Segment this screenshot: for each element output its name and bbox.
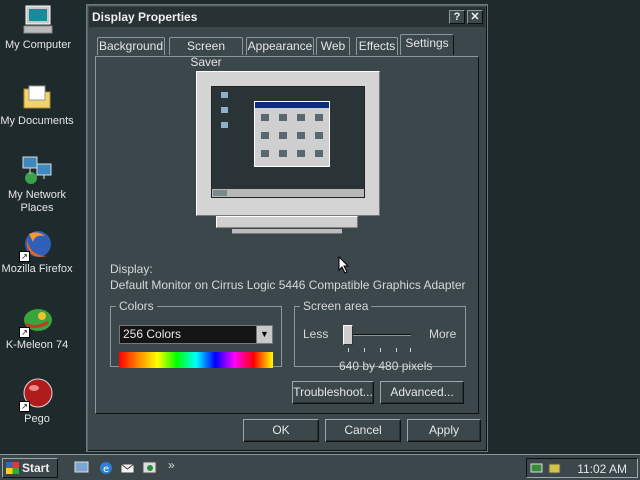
tab-settings[interactable]: Settings [400,34,454,55]
tab-background[interactable]: Background [97,37,165,55]
cancel-button[interactable]: Cancel [325,419,401,442]
clock[interactable]: 11:02 AM [577,462,627,476]
folder-icon [21,80,53,112]
pego-icon: ↗ [19,378,53,412]
monitor-preview [196,71,380,216]
colors-selected: 256 Colors [123,327,182,341]
tab-screen-saver[interactable]: Screen Saver [169,37,243,69]
display-adapter-name: Default Monitor on Cirrus Logic 5446 Com… [110,278,466,292]
troubleshoot-button[interactable]: Troubleshoot... [292,381,374,404]
windows-logo-icon [6,462,19,474]
slider-less-label: Less [303,327,329,341]
desktop-icon-label: Pego [24,413,50,425]
help-button[interactable]: ? [449,10,465,24]
firefox-icon: ↗ [19,228,53,262]
colors-dropdown[interactable]: 256 Colors ▼ [119,325,273,344]
monitor-screen [211,86,365,198]
desktop-icon-pego[interactable]: ↗ Pego [0,378,75,426]
desktop-icon-label: My Documents [0,115,74,127]
desktop-icon-label: My Computer [4,39,72,51]
screen-area-group: Screen area Less More 640 by 480 pixels [294,299,466,373]
monitor-base [232,229,342,234]
window-titlebar[interactable]: Display Properties ? ✕ [89,7,485,27]
start-button[interactable]: Start [2,458,58,478]
taskbar: Start e » 11:02 AM [0,454,640,480]
desktop-icon-my-computer[interactable]: My Computer [0,4,76,52]
slider-more-label: More [429,327,457,341]
desktop-icon-my-documents[interactable]: My Documents [0,80,75,128]
color-spectrum-bar [119,352,273,368]
start-label: Start [22,461,50,475]
ok-button[interactable]: OK [243,419,319,442]
colors-group: Colors 256 Colors ▼ [110,299,282,368]
colors-legend: Colors [119,299,154,313]
chevron-down-icon[interactable]: ▼ [256,326,272,343]
monitor-neck [216,216,358,228]
svg-text:e: e [103,464,109,475]
show-desktop-icon[interactable] [74,460,89,475]
window-title: Display Properties [92,10,198,24]
settings-panel: Display: Default Monitor on Cirrus Logic… [95,56,479,414]
resolution-slider-track[interactable] [345,334,411,336]
internet-explorer-icon[interactable]: e [98,460,113,475]
desktop-icon-label: K-Meleon 74 [5,339,69,351]
volume-tray-icon[interactable] [547,461,562,476]
network-tray-icon[interactable] [529,461,544,476]
display-label: Display: [110,262,153,276]
outlook-express-icon[interactable] [120,460,135,475]
tab-appearance[interactable]: Appearance [246,37,314,55]
desktop-icon-label: My Network Places [7,189,67,214]
desktop-icon-label: Mozilla Firefox [1,263,73,275]
resolution-slider-thumb[interactable] [343,325,353,345]
tab-web[interactable]: Web [316,37,350,55]
kmeleon-icon: ↗ [19,304,53,338]
shortcut-arrow-icon: ↗ [19,327,30,338]
desktop-icon-my-network-places[interactable]: My Network Places [0,154,75,215]
network-icon [21,154,53,186]
shortcut-arrow-icon: ↗ [19,401,30,412]
quicklaunch-overflow-chevron[interactable]: » [168,458,175,472]
advanced-button[interactable]: Advanced... [380,381,464,404]
shortcut-arrow-icon: ↗ [19,251,30,262]
preview-window [254,101,330,167]
desktop-icon-mozilla-firefox[interactable]: ↗ Mozilla Firefox [0,228,75,276]
apply-button[interactable]: Apply [407,419,481,442]
media-player-icon[interactable] [142,460,157,475]
close-button[interactable]: ✕ [467,10,483,24]
tab-effects[interactable]: Effects [356,37,398,55]
display-properties-window: Display Properties ? ✕ Background Screen… [86,4,488,452]
system-tray: 11:02 AM [526,458,638,478]
desktop-icon-k-meleon[interactable]: ↗ K-Meleon 74 [0,304,75,352]
resolution-value: 640 by 480 pixels [339,359,433,373]
computer-icon [22,4,54,36]
screen-area-legend: Screen area [303,299,369,313]
